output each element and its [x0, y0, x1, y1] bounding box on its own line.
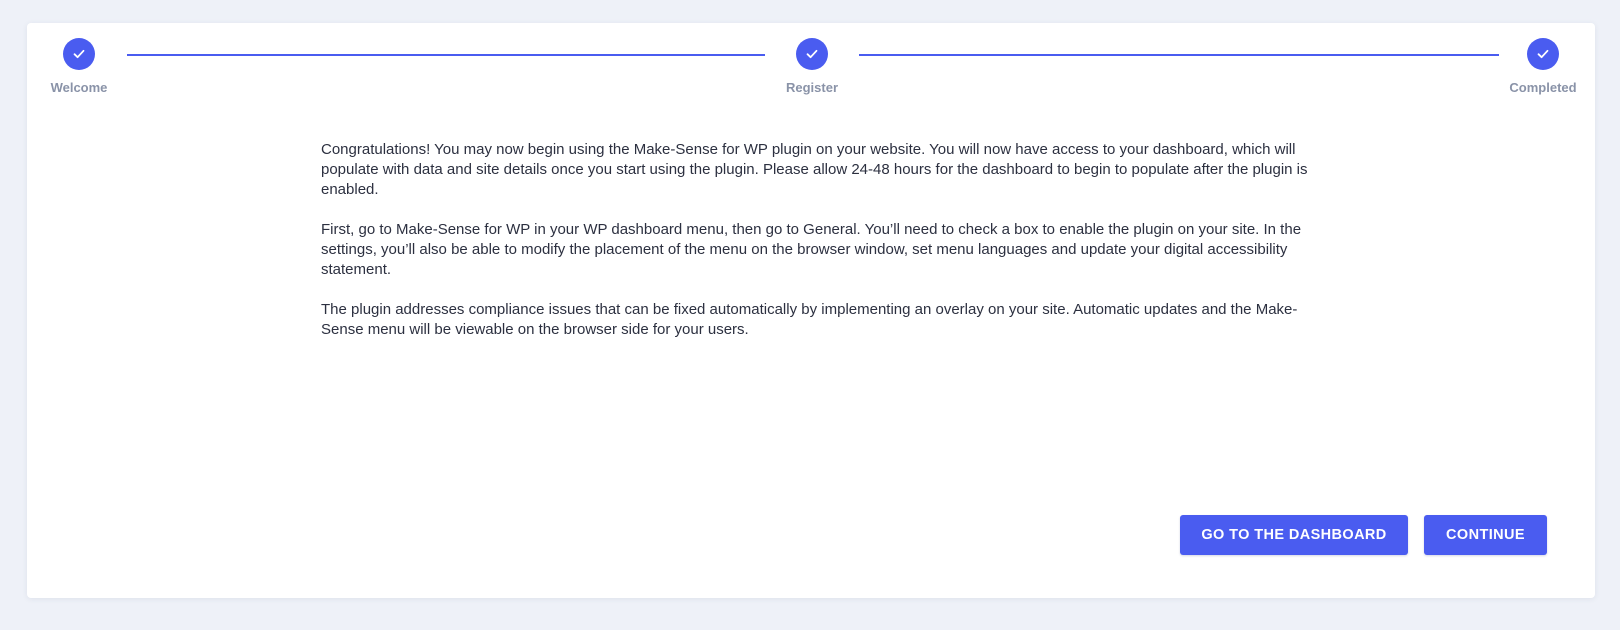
step-label: Welcome: [50, 80, 108, 95]
continue-button[interactable]: CONTINUE: [1424, 515, 1547, 555]
compliance-info-paragraph: The plugin addresses compliance issues t…: [321, 301, 1298, 338]
step-completed[interactable]: Completed: [1493, 38, 1593, 95]
go-to-dashboard-button[interactable]: GO TO THE DASHBOARD: [1180, 515, 1408, 555]
check-icon: [806, 49, 818, 59]
step-connector: [127, 54, 765, 56]
check-icon: [1537, 49, 1549, 59]
congratulations-paragraph: Congratulations! You may now begin using…: [321, 141, 1308, 198]
completion-message: Congratulations! You may now begin using…: [321, 140, 1311, 360]
check-icon: [73, 49, 85, 59]
step-complete-indicator: [796, 38, 828, 70]
step-label: Register: [785, 80, 839, 95]
progress-stepper: Welcome Register Completed: [27, 23, 1595, 123]
step-complete-indicator: [1527, 38, 1559, 70]
step-complete-indicator: [63, 38, 95, 70]
wizard-card: Welcome Register Completed Congratulatio…: [27, 23, 1595, 598]
step-welcome[interactable]: Welcome: [29, 38, 129, 95]
step-connector: [859, 54, 1499, 56]
step-label: Completed: [1509, 80, 1577, 95]
step-register[interactable]: Register: [762, 38, 862, 95]
setup-instructions-paragraph: First, go to Make-Sense for WP in your W…: [321, 221, 1302, 278]
